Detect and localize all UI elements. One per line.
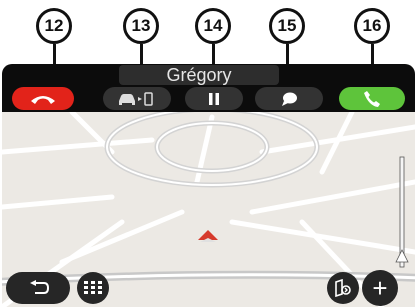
speech-bubble-icon <box>282 92 297 106</box>
route-view-icon <box>335 279 351 297</box>
keypad-button[interactable] <box>77 272 109 304</box>
callout-16: 16 <box>354 8 390 44</box>
callout-15: 15 <box>269 8 305 44</box>
zoom-in-button[interactable]: + <box>362 270 398 306</box>
callout-14: 14 <box>195 8 231 44</box>
phone-hangup-icon <box>31 95 55 104</box>
transfer-to-phone-button[interactable] <box>103 87 171 110</box>
hang-up-button[interactable] <box>12 87 74 110</box>
infotainment-screen: Grégory + <box>2 64 415 307</box>
pause-icon <box>209 92 219 105</box>
callout-12: 12 <box>36 8 72 44</box>
call-bar: Grégory <box>2 64 415 112</box>
caller-name: Grégory <box>119 65 279 85</box>
plus-icon: + <box>372 273 388 303</box>
answer-button[interactable] <box>339 87 405 110</box>
callout-13: 13 <box>123 8 159 44</box>
keypad-icon <box>84 281 102 294</box>
phone-icon <box>364 90 380 107</box>
hold-button[interactable] <box>185 87 243 110</box>
route-view-button[interactable] <box>327 272 359 304</box>
message-button[interactable] <box>255 87 323 110</box>
back-arrow-icon <box>30 280 49 294</box>
car-to-phone-icon <box>119 91 153 106</box>
back-button[interactable] <box>6 272 70 304</box>
